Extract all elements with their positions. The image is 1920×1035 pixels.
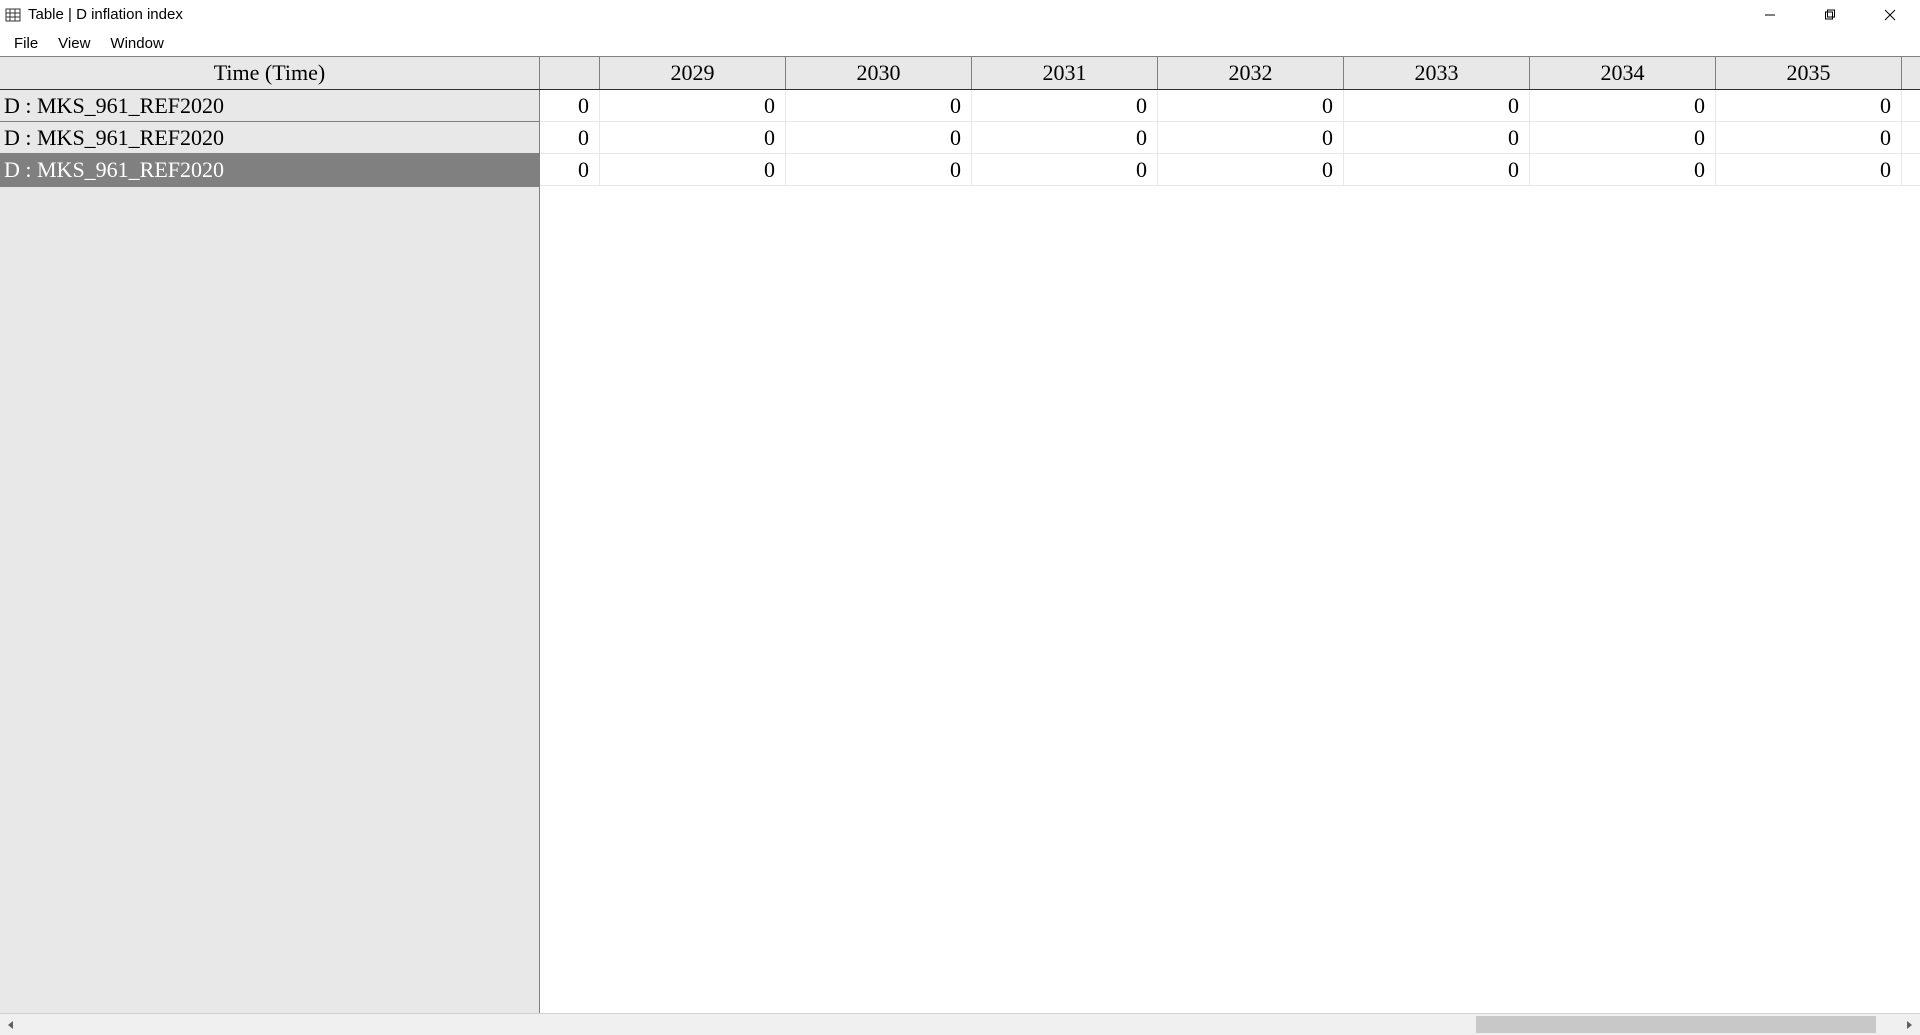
data-cell[interactable]: 0 [540, 154, 600, 186]
data-cell[interactable]: 0 [540, 122, 600, 154]
data-cell[interactable]: 0 [972, 122, 1158, 154]
table-row[interactable]: D : MKS_961_REF202000000000 [0, 90, 1920, 122]
data-cell[interactable]: 0 [1530, 154, 1716, 186]
table-area: Time (Time) 2029 2030 2031 2032 2033 203… [0, 56, 1920, 1013]
data-cell[interactable]: 0 [600, 90, 786, 122]
table-filler [0, 186, 1920, 1013]
data-cell[interactable]: 0 [972, 154, 1158, 186]
menu-window[interactable]: Window [100, 30, 173, 56]
column-header-2030[interactable]: 2030 [786, 57, 972, 89]
data-cell[interactable]: 0 [786, 154, 972, 186]
data-cell[interactable]: 0 [786, 90, 972, 122]
data-cell[interactable]: 0 [786, 122, 972, 154]
horizontal-scrollbar[interactable] [0, 1013, 1920, 1035]
window-controls [1740, 0, 1920, 29]
menu-view[interactable]: View [48, 30, 100, 56]
column-header-2033[interactable]: 2033 [1344, 57, 1530, 89]
data-cell[interactable]: 0 [1530, 90, 1716, 122]
data-cell[interactable]: 0 [1158, 90, 1344, 122]
window-title: Table | D inflation index [28, 6, 183, 23]
data-cell[interactable]: 0 [540, 90, 600, 122]
data-cell[interactable]: 0 [600, 122, 786, 154]
window: Table | D inflation index File View Wind… [0, 0, 1920, 1035]
data-cell-tail [1902, 154, 1920, 186]
data-cell[interactable]: 0 [1344, 122, 1530, 154]
table-header-row: Time (Time) 2029 2030 2031 2032 2033 203… [0, 57, 1920, 90]
row-header-filler [0, 186, 540, 1013]
close-button[interactable] [1860, 0, 1920, 30]
data-cell[interactable]: 0 [1716, 154, 1902, 186]
data-cell[interactable]: 0 [600, 154, 786, 186]
column-header-2034[interactable]: 2034 [1530, 57, 1716, 89]
data-cell-tail [1902, 90, 1920, 122]
scroll-right-arrow-icon[interactable] [1898, 1014, 1920, 1035]
table-app-icon [4, 6, 22, 24]
menubar: File View Window [0, 30, 1920, 56]
column-header-2032[interactable]: 2032 [1158, 57, 1344, 89]
data-cell[interactable]: 0 [1158, 122, 1344, 154]
maximize-button[interactable] [1800, 0, 1860, 30]
column-header-2031[interactable]: 2031 [972, 57, 1158, 89]
data-cell[interactable]: 0 [1344, 154, 1530, 186]
data-cell[interactable]: 0 [972, 90, 1158, 122]
data-cell[interactable]: 0 [1716, 122, 1902, 154]
data-cell[interactable]: 0 [1158, 154, 1344, 186]
scrollbar-track[interactable] [22, 1014, 1898, 1035]
scroll-left-arrow-icon[interactable] [0, 1014, 22, 1035]
row-header[interactable]: D : MKS_961_REF2020 [0, 90, 540, 122]
data-area-filler [540, 186, 1920, 1013]
column-header-tail [1902, 57, 1920, 89]
table-rows: D : MKS_961_REF202000000000D : MKS_961_R… [0, 90, 1920, 186]
column-header-blank[interactable] [540, 57, 600, 89]
table-row[interactable]: D : MKS_961_REF202000000000 [0, 122, 1920, 154]
data-cell[interactable]: 0 [1716, 90, 1902, 122]
row-header[interactable]: D : MKS_961_REF2020 [0, 154, 540, 186]
minimize-button[interactable] [1740, 0, 1800, 30]
data-cell[interactable]: 0 [1344, 90, 1530, 122]
scrollbar-thumb[interactable] [1476, 1016, 1876, 1033]
data-cell-tail [1902, 122, 1920, 154]
titlebar: Table | D inflation index [0, 0, 1920, 30]
row-header[interactable]: D : MKS_961_REF2020 [0, 122, 540, 154]
time-header[interactable]: Time (Time) [0, 57, 540, 89]
column-header-2029[interactable]: 2029 [600, 57, 786, 89]
column-header-2035[interactable]: 2035 [1716, 57, 1902, 89]
menu-file[interactable]: File [4, 30, 48, 56]
table-row[interactable]: D : MKS_961_REF202000000000 [0, 154, 1920, 186]
data-cell[interactable]: 0 [1530, 122, 1716, 154]
